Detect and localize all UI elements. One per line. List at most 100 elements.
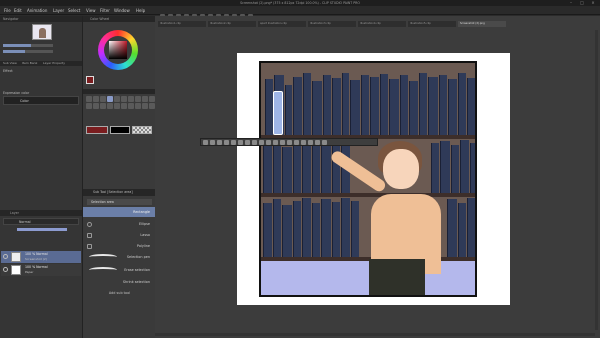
add-sub-tool-button[interactable]: Add sub tool [83,291,156,295]
document-tab[interactable]: Illustration1.clip [158,21,206,27]
shrink-icon[interactable] [238,140,243,145]
cut-icon[interactable] [266,140,271,145]
sub-tool-group-tab[interactable]: Selection area [87,199,152,205]
blend-mode-select[interactable]: Normal [3,218,79,225]
tab-layer-property[interactable]: Layer Property [43,61,65,66]
expression-color-select[interactable]: Color [3,96,79,105]
sub-tool-header: Sub Tool [Selection area] [83,189,156,196]
blend-mode-value: Normal [19,220,31,224]
document-tab[interactable]: Illustration3.clip [308,21,356,27]
sub-color-swatch[interactable] [110,126,130,134]
menu-filter[interactable]: Filter [100,6,110,15]
layer-row[interactable]: 100 % Normal Screenshot (2) [1,251,81,263]
fill-tool-icon[interactable] [107,103,113,109]
eye-icon[interactable] [3,267,8,272]
document-tab[interactable]: Illustration5.clip [408,21,456,27]
zoom-slider-fill [3,44,31,47]
menu-help[interactable]: Help [136,6,145,15]
selection-tool-icon[interactable] [107,96,113,102]
opacity-bar [17,228,67,231]
deselect-icon[interactable] [245,140,250,145]
move-tool-icon[interactable] [93,96,99,102]
settings-icon[interactable] [315,140,320,145]
sub-tool-title: Sub Tool [Selection area] [93,190,133,194]
opacity-slider[interactable] [3,227,79,232]
eraser-tool-icon[interactable] [93,103,99,109]
layer-row[interactable]: 100 % Normal Paper [1,264,81,276]
new-layer-icon[interactable] [308,140,313,145]
scale-icon[interactable] [294,140,299,145]
pen-tool-icon[interactable] [128,96,134,102]
figure-tool-icon[interactable] [121,103,127,109]
tab-sub-view[interactable]: Sub View [3,61,17,66]
transparent-color-swatch[interactable] [132,126,152,134]
menu-file[interactable]: File [4,6,11,15]
text-tool-icon[interactable] [142,103,148,109]
tab-item-bank[interactable]: Item Bank [22,61,37,66]
zoom-slider[interactable] [3,44,53,47]
effect-label: Effect [3,69,13,73]
clear-outside-icon[interactable] [210,140,215,145]
foreground-color-swatch[interactable] [86,76,94,84]
navigator-preview[interactable] [32,24,52,40]
invert-icon[interactable] [224,140,229,145]
document-tabs: Illustration1.clip Illustration2.clip ap… [155,21,600,27]
tool-panel-header [83,89,156,94]
rotate-slider[interactable] [3,50,53,53]
menu-view[interactable]: View [86,6,96,15]
redo-icon[interactable] [259,140,264,145]
gradient-tool-icon[interactable] [114,103,120,109]
brush-stroke-icon [89,254,117,260]
auto-select-icon[interactable] [114,96,120,102]
selection-launcher-bar [200,138,378,146]
menu-window[interactable]: Window [114,6,130,15]
sub-view-tabs: Sub View Item Bank Layer Property [0,61,82,66]
eye-icon[interactable] [3,254,8,259]
document-tab[interactable]: Illustration4.clip [358,21,406,27]
character-skirt [369,259,425,295]
copy-icon[interactable] [273,140,278,145]
object-tool-icon[interactable] [100,96,106,102]
pencil-tool-icon[interactable] [135,96,141,102]
sub-tool-erase-selection[interactable]: Erase selection [83,265,156,276]
menu-layer[interactable]: Layer [53,6,64,15]
paste-icon[interactable] [280,140,285,145]
sub-tool-ellipse[interactable]: Ellipse [83,219,156,230]
ruler-tool-icon[interactable] [135,103,141,109]
sub-tool-label: Selection pen [126,255,150,259]
document-tab[interactable]: apart illustration.clip [258,21,306,27]
layer-panel-header: Layer [0,210,82,216]
expand-icon[interactable] [231,140,236,145]
fill-icon[interactable] [301,140,306,145]
sub-tool-shrink-selection[interactable]: Shrink selection [83,277,156,288]
left-panel-column: Navigator Sub View Item Bank Layer Prope… [0,16,82,338]
sub-tool-label: Polyline [136,244,150,248]
layer-label: Paper [25,270,34,274]
horizontal-scrollbar[interactable] [155,333,595,336]
sub-tool-rectangle[interactable]: Rectangle [83,207,156,217]
transform-icon[interactable] [287,140,292,145]
zoom-tool-icon[interactable] [86,96,92,102]
blend-tool-icon[interactable] [100,103,106,109]
document-tab-active[interactable]: Screenshot (2).png [458,21,506,27]
sub-tool-group-label: Selection area [91,200,114,204]
more-icon[interactable] [322,140,327,145]
color-wheel[interactable] [98,30,138,70]
crop-icon[interactable] [217,140,222,145]
decoration-tool-icon[interactable] [86,103,92,109]
undo-icon[interactable] [252,140,257,145]
clear-icon[interactable] [203,140,208,145]
saturation-value-square[interactable] [109,41,127,59]
frame-tool-icon[interactable] [128,103,134,109]
vertical-scrollbar[interactable] [595,30,598,330]
brush-tool-icon[interactable] [142,96,148,102]
sub-tool-selection-pen[interactable]: Selection pen [83,252,156,263]
main-color-swatch[interactable] [86,126,108,134]
menu-edit[interactable]: Edit [14,6,22,15]
menu-select[interactable]: Select [68,6,80,15]
sub-tool-lasso[interactable]: Lasso [83,230,156,241]
menu-animation[interactable]: Animation [27,6,47,15]
sub-tool-polyline[interactable]: Polyline [83,241,156,252]
document-tab[interactable]: Illustration2.clip [208,21,256,27]
eyedropper-icon[interactable] [121,96,127,102]
